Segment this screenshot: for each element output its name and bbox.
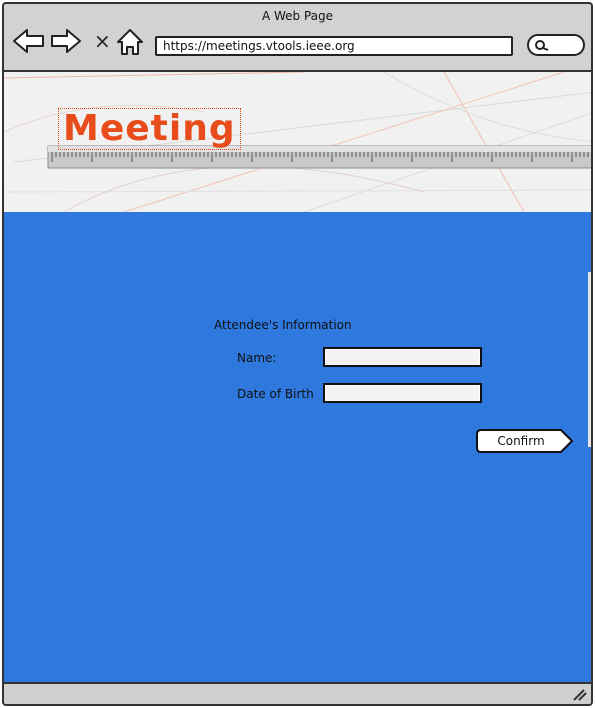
status-bar <box>4 682 591 704</box>
banner-logo-text: Meeting <box>58 108 241 150</box>
dob-field[interactable] <box>323 383 482 403</box>
search-icon <box>535 40 549 51</box>
forward-arrow-icon[interactable] <box>50 28 82 54</box>
confirm-label: Confirm <box>497 434 545 448</box>
name-label: Name: <box>237 351 277 365</box>
name-field[interactable] <box>323 347 482 367</box>
window-title: A Web Page <box>261 9 334 23</box>
scroll-thumb[interactable] <box>588 272 591 447</box>
search-field[interactable] <box>527 34 585 56</box>
browser-toolbar: × https://meetings.vtools.ieee.org <box>4 26 591 70</box>
resize-grip-icon[interactable] <box>571 687 587 701</box>
back-arrow-icon[interactable] <box>12 28 46 54</box>
attendee-info-heading: Attendee's Information <box>214 318 352 332</box>
content-area: Attendee's Information Name: Date of Bir… <box>4 212 591 682</box>
close-icon[interactable]: × <box>94 29 111 53</box>
dob-label: Date of Birth <box>237 387 314 401</box>
address-bar[interactable]: https://meetings.vtools.ieee.org <box>155 36 513 56</box>
browser-window: A Web Page × https://meetings.vtools.iee… <box>2 2 593 706</box>
meeting-banner: Meeting <box>4 72 591 212</box>
confirm-button[interactable]: Confirm <box>475 428 575 454</box>
home-icon[interactable] <box>116 28 144 56</box>
